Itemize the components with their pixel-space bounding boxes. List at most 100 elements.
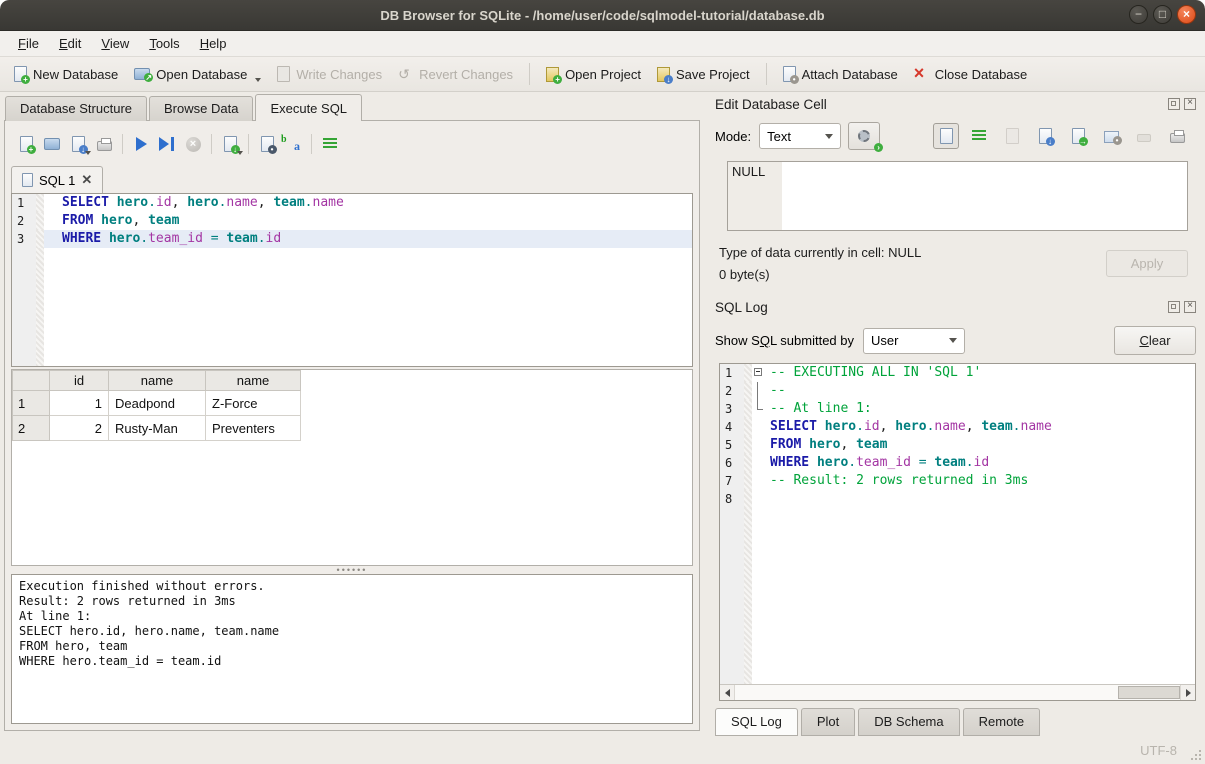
format-sql-button[interactable] — [280, 131, 306, 157]
tab-execute-sql[interactable]: Execute SQL — [255, 94, 362, 121]
menu-file[interactable]: File — [8, 32, 49, 55]
column-header-name[interactable]: name — [109, 371, 206, 391]
float-panel-icon[interactable] — [1168, 301, 1180, 313]
open-database-button[interactable]: ↗Open Database — [126, 63, 269, 86]
sql-token: . — [140, 231, 148, 246]
sql-log-filter-row: Show SQL submitted by User Clear — [715, 326, 1196, 355]
table-cell[interactable]: 2 — [50, 416, 109, 441]
tab-browse-data[interactable]: Browse Data — [149, 96, 253, 121]
dock-tab-db-schema[interactable]: DB Schema — [858, 708, 959, 736]
print-button[interactable] — [1164, 123, 1190, 149]
chevron-down-icon[interactable] — [237, 151, 243, 155]
submitter-combobox[interactable]: User — [863, 328, 965, 354]
dock-tab-sql-log[interactable]: SQL Log — [715, 708, 798, 736]
line-text: FROM hero, team — [58, 212, 692, 230]
text-mode-button[interactable] — [933, 123, 959, 149]
revert-changes-button[interactable]: Revert Changes — [390, 63, 521, 86]
dock-tab-plot[interactable]: Plot — [801, 708, 855, 736]
cell-value-editor[interactable]: NULL — [727, 161, 1188, 231]
resize-grip[interactable] — [1189, 748, 1201, 760]
fold-marker-icon[interactable] — [752, 364, 766, 382]
scroll-left-icon[interactable] — [720, 685, 734, 700]
close-database-button[interactable]: Close Database — [906, 62, 1036, 86]
table-header-row: idnamename — [13, 371, 301, 391]
sql-token: . — [258, 231, 266, 246]
row-header-cell[interactable]: 1 — [13, 391, 50, 416]
execute-current-line-button[interactable] — [154, 131, 180, 157]
table-cell[interactable]: Rusty-Man — [109, 416, 206, 441]
line-number: 2 — [720, 382, 744, 400]
menu-edit[interactable]: Edit — [49, 32, 91, 55]
mode-combobox[interactable]: Text — [759, 123, 841, 149]
window-title: DB Browser for SQLite - /home/user/code/… — [380, 8, 824, 23]
attach-database-button[interactable]: •Attach Database — [775, 62, 906, 86]
apply-button[interactable]: Apply — [1106, 250, 1188, 277]
clear-log-button[interactable]: Clear — [1114, 326, 1196, 355]
open-project-icon: + — [546, 67, 559, 82]
close-tab-icon[interactable]: ✕ — [81, 172, 92, 188]
toolbar-separator — [529, 63, 530, 85]
scrollbar-thumb[interactable] — [1118, 686, 1180, 699]
table-cell[interactable]: Z-Force — [206, 391, 301, 416]
close-database-label: Close Database — [935, 67, 1028, 82]
new-sql-tab-button[interactable]: + — [13, 131, 39, 157]
export-button[interactable]: → — [1065, 123, 1091, 149]
table-cell[interactable]: Deadpond — [109, 391, 206, 416]
print-button[interactable] — [91, 131, 117, 157]
execution-status-log[interactable]: Execution finished without errors.Result… — [11, 574, 693, 724]
word-wrap-button[interactable] — [966, 123, 992, 149]
fold-margin — [744, 436, 752, 454]
splitter-handle[interactable]: •••••• — [11, 566, 693, 574]
column-header-id[interactable]: id — [50, 371, 109, 391]
menu-view[interactable]: View — [91, 32, 139, 55]
column-header-name[interactable]: name — [206, 371, 301, 391]
open-sql-file-button[interactable] — [39, 131, 65, 157]
new-database-button[interactable]: +New Database — [6, 62, 126, 86]
maximize-button[interactable]: □ — [1153, 5, 1172, 24]
scrollbar-track[interactable] — [734, 685, 1181, 700]
save-as-button[interactable]: ↓ — [1032, 123, 1058, 149]
open-project-button[interactable]: +Open Project — [538, 63, 649, 86]
save-project-button[interactable]: ↓Save Project — [649, 63, 758, 86]
sql-tab[interactable]: SQL 1 ✕ — [11, 166, 103, 193]
execute-current-line-icon — [159, 137, 175, 151]
menu-help[interactable]: Help — [190, 32, 237, 55]
set-null-button[interactable] — [1131, 123, 1157, 149]
fold-marker — [752, 418, 766, 436]
save-sql-file-icon: ↓ — [72, 136, 85, 152]
dock-tab-remote[interactable]: Remote — [963, 708, 1041, 736]
table-cell[interactable]: 1 — [50, 391, 109, 416]
row-header-cell[interactable]: 2 — [13, 416, 50, 441]
badge-icon: • — [1113, 136, 1122, 145]
stop-button[interactable] — [180, 131, 206, 157]
sql-token: -- EXECUTING ALL IN 'SQL 1' — [770, 365, 981, 380]
auto-apply-button[interactable]: › — [848, 122, 880, 150]
scroll-right-icon[interactable] — [1181, 685, 1195, 700]
close-panel-icon[interactable] — [1184, 98, 1196, 110]
export-icon: → — [1072, 128, 1085, 144]
close-button[interactable]: × — [1177, 5, 1196, 24]
open-file-button[interactable] — [999, 123, 1025, 149]
write-changes-button[interactable]: Write Changes — [269, 62, 390, 86]
float-panel-icon[interactable] — [1168, 98, 1180, 110]
word-wrap-button[interactable] — [317, 131, 343, 157]
close-panel-icon[interactable] — [1184, 301, 1196, 313]
print-icon — [1170, 133, 1185, 143]
fold-margin — [744, 490, 752, 508]
save-sql-file-button[interactable]: ↓ — [65, 131, 91, 157]
find-button[interactable]: • — [254, 131, 280, 157]
sql-editor[interactable]: 1SELECT hero.id, hero.name, team.name2FR… — [11, 193, 693, 367]
corner-header-cell[interactable] — [13, 371, 50, 391]
chevron-down-icon[interactable] — [255, 78, 261, 82]
menu-tools[interactable]: Tools — [139, 32, 189, 55]
export-results-button[interactable]: ↓ — [217, 131, 243, 157]
tab-database-structure[interactable]: Database Structure — [5, 96, 147, 121]
table-cell[interactable]: Preventers — [206, 416, 301, 441]
horizontal-scrollbar[interactable] — [720, 684, 1195, 700]
execute-all-button[interactable] — [128, 131, 154, 157]
cell-type-info: Type of data currently in cell: NULL — [719, 245, 1106, 260]
sql-log-view[interactable]: 1-- EXECUTING ALL IN 'SQL 1'2--3-- At li… — [719, 363, 1196, 701]
image-button[interactable]: • — [1098, 123, 1124, 149]
minimize-button[interactable]: − — [1129, 5, 1148, 24]
open-database-icon: ↗ — [134, 68, 150, 80]
